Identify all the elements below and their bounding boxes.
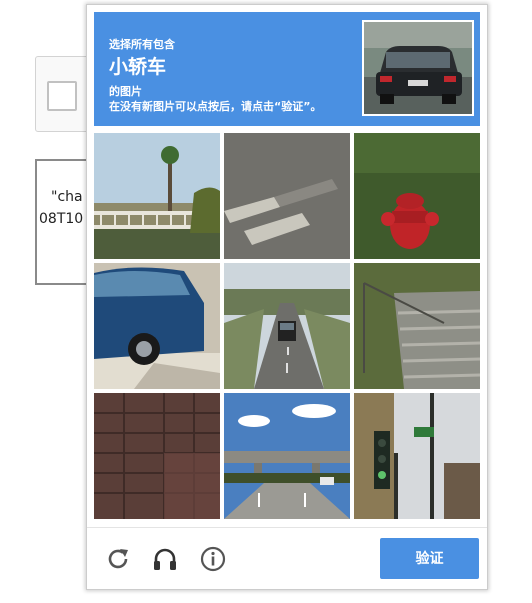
page: "cha 08T10 选择所有包含 小轿车 的图片 在没有新图片可以点按后，请点… — [0, 0, 532, 603]
captcha-challenge-dialog: 选择所有包含 小轿车 的图片 在没有新图片可以点按后，请点击“验证”。 验证 — [86, 4, 488, 590]
reload-icon[interactable] — [104, 545, 132, 573]
image-grid — [94, 133, 480, 521]
image-tile-blue-car[interactable] — [94, 263, 220, 389]
sample-image — [362, 20, 474, 116]
challenge-header: 选择所有包含 小轿车 的图片 在没有新图片可以点按后，请点击“验证”。 — [94, 12, 480, 126]
headphones-icon[interactable] — [151, 545, 179, 573]
instruction-suffix: 的图片 — [109, 85, 142, 98]
background-text-line: 08T10 — [39, 211, 84, 227]
instruction-prefix: 选择所有包含 — [109, 38, 175, 51]
image-tile-brick-wall[interactable] — [94, 393, 220, 519]
instruction-hint: 在没有新图片可以点按后，请点击“验证”。 — [109, 100, 322, 113]
background-text-line: "cha — [51, 189, 83, 205]
recaptcha-checkbox[interactable] — [47, 81, 77, 111]
instruction-target: 小轿车 — [109, 56, 167, 78]
footer-divider — [87, 527, 487, 528]
image-tile-crosswalk[interactable] — [224, 133, 350, 259]
image-tile-palm-bridge[interactable] — [94, 133, 220, 259]
image-tile-highway-car[interactable] — [224, 263, 350, 389]
image-tile-traffic-light[interactable] — [354, 393, 480, 519]
image-tile-fire-hydrant[interactable] — [354, 133, 480, 259]
image-tile-overpass[interactable] — [224, 393, 350, 519]
info-icon[interactable] — [199, 545, 227, 573]
image-tile-stairs[interactable] — [354, 263, 480, 389]
verify-button[interactable]: 验证 — [380, 538, 479, 579]
